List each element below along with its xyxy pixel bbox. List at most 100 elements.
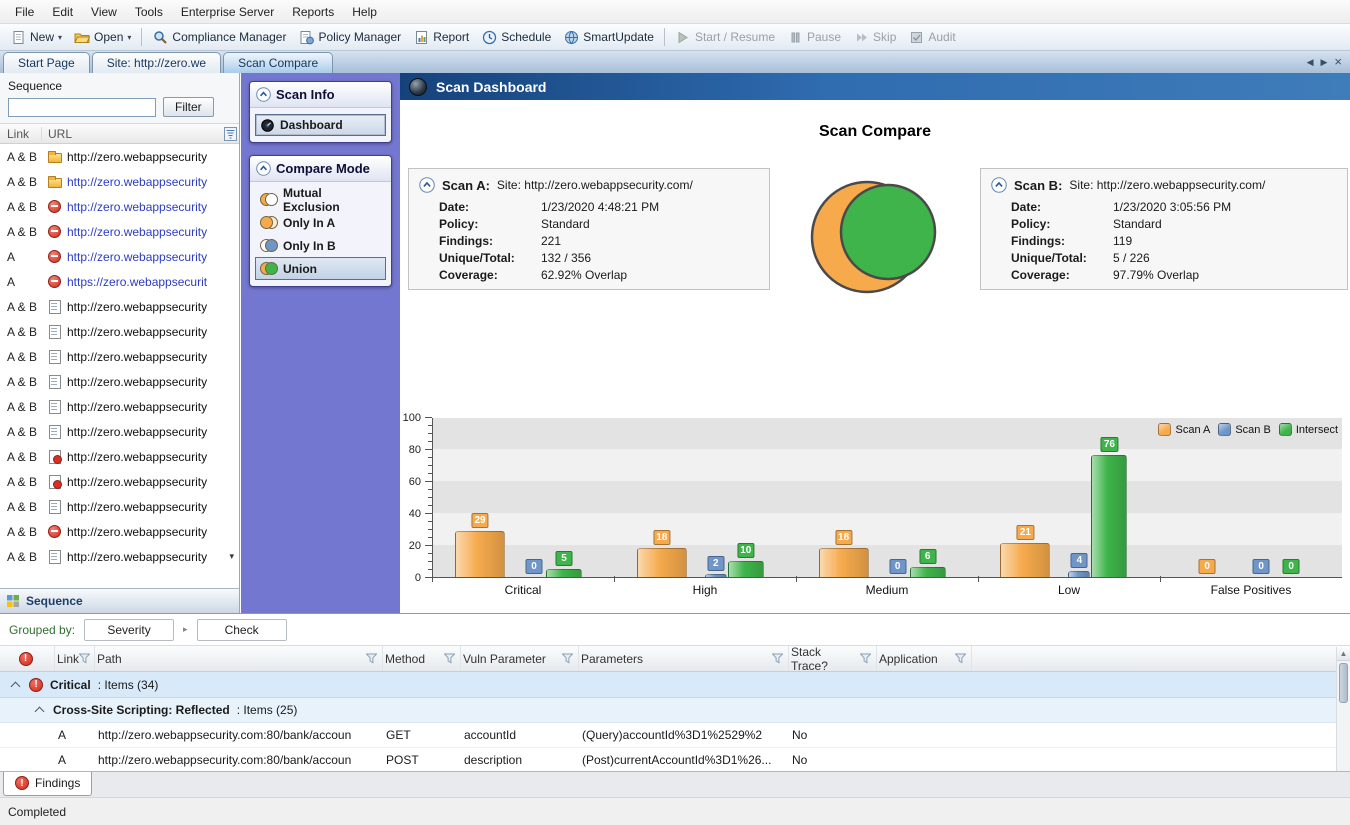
- menu-item-view[interactable]: View: [82, 1, 126, 23]
- sequence-list-item[interactable]: A & Bhttp://zero.webappsecurity: [0, 519, 239, 544]
- new-dropdown-icon[interactable]: ▾: [58, 33, 62, 42]
- menu-item-help[interactable]: Help: [343, 1, 386, 23]
- filter-funnel-icon[interactable]: [860, 653, 871, 664]
- collapse-chevron-icon[interactable]: [11, 681, 21, 691]
- row-url-link[interactable]: http://zero.webappsecurity: [67, 525, 207, 539]
- skip-button[interactable]: Skip: [847, 27, 902, 48]
- row-url-link[interactable]: http://zero.webappsecurity: [67, 500, 207, 514]
- tab-scroll-right-icon[interactable]: ▶: [1320, 57, 1327, 68]
- sequence-list-item[interactable]: A & Bhttp://zero.webappsecurity: [0, 294, 239, 319]
- menu-item-enterprise-server[interactable]: Enterprise Server: [172, 1, 283, 23]
- menu-item-file[interactable]: File: [6, 1, 43, 23]
- collapse-chevron-icon[interactable]: [419, 177, 435, 193]
- check-group-row[interactable]: Cross-Site Scripting: Reflected : Items …: [0, 698, 1350, 723]
- compare-mode-only-in-b[interactable]: Only In B: [255, 234, 386, 257]
- column-header-link[interactable]: Link: [0, 127, 42, 141]
- row-url-link[interactable]: http://zero.webappsecurity: [67, 350, 207, 364]
- group-by-check-button[interactable]: Check: [197, 619, 287, 641]
- row-url-link[interactable]: https://zero.webappsecurit: [67, 275, 207, 289]
- dashboard-nav-item[interactable]: Dashboard: [255, 114, 386, 136]
- column-header-vuln-parameter[interactable]: Vuln Parameter: [461, 646, 579, 671]
- sequence-list-item[interactable]: A & Bhttp://zero.webappsecurity: [0, 219, 239, 244]
- filter-funnel-icon[interactable]: [562, 653, 573, 664]
- column-filter-icon[interactable]: [224, 127, 237, 141]
- row-url-link[interactable]: http://zero.webappsecurity: [67, 375, 207, 389]
- tab-site-http-zero-we[interactable]: Site: http://zero.we: [92, 52, 221, 73]
- collapse-chevron-icon[interactable]: [991, 177, 1007, 193]
- column-header-application[interactable]: Application: [877, 646, 972, 671]
- row-url-link[interactable]: http://zero.webappsecurity: [67, 250, 207, 264]
- sequence-list-item[interactable]: A & Bhttp://zero.webappsecurity: [0, 494, 239, 519]
- report-button[interactable]: Report: [407, 27, 475, 48]
- sequence-list-item[interactable]: A & Bhttp://zero.webappsecurity: [0, 144, 239, 169]
- pause-button[interactable]: Pause: [781, 27, 847, 48]
- tab-scan-compare[interactable]: Scan Compare: [223, 52, 333, 73]
- filter-funnel-icon[interactable]: [79, 653, 90, 664]
- sequence-list-item[interactable]: A & Bhttp://zero.webappsecurity: [0, 169, 239, 194]
- compare-mode-mutual-exclusion[interactable]: Mutual Exclusion: [255, 188, 386, 211]
- menu-item-reports[interactable]: Reports: [283, 1, 343, 23]
- finding-row[interactable]: Ahttp://zero.webappsecurity.com:80/bank/…: [0, 748, 1350, 771]
- sequence-list-item[interactable]: A & Bhttp://zero.webappsecurity: [0, 419, 239, 444]
- smartupdate-button[interactable]: SmartUpdate: [557, 27, 660, 48]
- sequence-list-item[interactable]: Ahttp://zero.webappsecurity: [0, 244, 239, 269]
- start-resume-button[interactable]: Start / Resume: [669, 27, 781, 48]
- menu-item-tools[interactable]: Tools: [126, 1, 172, 23]
- filter-funnel-icon[interactable]: [444, 653, 455, 664]
- audit-button[interactable]: Audit: [902, 27, 961, 48]
- menu-item-edit[interactable]: Edit: [43, 1, 82, 23]
- row-url-link[interactable]: http://zero.webappsecurity: [67, 300, 207, 314]
- sequence-list-item[interactable]: A & Bhttp://zero.webappsecurity: [0, 469, 239, 494]
- row-url-link[interactable]: http://zero.webappsecurity: [67, 325, 207, 339]
- tab-start-page[interactable]: Start Page: [3, 52, 90, 73]
- column-header-method[interactable]: Method: [383, 646, 461, 671]
- row-url-link[interactable]: http://zero.webappsecurity: [67, 550, 207, 564]
- sequence-list-item[interactable]: A & Bhttp://zero.webappsecurity: [0, 344, 239, 369]
- column-header-parameters[interactable]: Parameters: [579, 646, 789, 671]
- row-dropdown-icon[interactable]: ▾: [229, 551, 239, 562]
- compare-mode-header[interactable]: Compare Mode: [250, 156, 391, 182]
- sequence-list-item[interactable]: Ahttps://zero.webappsecurit: [0, 269, 239, 294]
- findings-tab[interactable]: ! Findings: [3, 772, 92, 796]
- new-button[interactable]: New ▾: [4, 27, 68, 48]
- column-header-path[interactable]: Path: [95, 646, 383, 671]
- severity-group-row[interactable]: ! Critical : Items (34): [0, 672, 1350, 698]
- sequence-list-item[interactable]: A & Bhttp://zero.webappsecurity▾: [0, 544, 239, 569]
- sequence-list-item[interactable]: A & Bhttp://zero.webappsecurity: [0, 319, 239, 344]
- filter-button[interactable]: Filter: [163, 97, 214, 117]
- policy-manager-button[interactable]: Policy Manager: [292, 27, 407, 48]
- row-url-link[interactable]: http://zero.webappsecurity: [67, 425, 207, 439]
- sequence-filter-input[interactable]: [8, 98, 156, 117]
- collapse-chevron-icon[interactable]: [35, 707, 45, 717]
- sequence-list-item[interactable]: A & Bhttp://zero.webappsecurity: [0, 394, 239, 419]
- schedule-button[interactable]: Schedule: [475, 27, 557, 48]
- row-url-link[interactable]: http://zero.webappsecurity: [67, 200, 207, 214]
- column-header-link[interactable]: Link: [55, 646, 95, 671]
- tab-close-icon[interactable]: ×: [1334, 57, 1342, 67]
- column-header-stack-trace[interactable]: Stack Trace?: [789, 646, 877, 671]
- open-button[interactable]: Open ▾: [68, 27, 137, 48]
- group-by-severity-button[interactable]: Severity: [84, 619, 174, 641]
- filter-funnel-icon[interactable]: [772, 653, 783, 664]
- sequence-list-item[interactable]: A & Bhttp://zero.webappsecurity: [0, 369, 239, 394]
- scroll-up-icon[interactable]: ▲: [1337, 647, 1350, 661]
- row-url-link[interactable]: http://zero.webappsecurity: [67, 450, 207, 464]
- filter-funnel-icon[interactable]: [955, 653, 966, 664]
- open-dropdown-icon[interactable]: ▾: [127, 33, 131, 42]
- row-url-link[interactable]: http://zero.webappsecurity: [67, 150, 207, 164]
- row-url-link[interactable]: http://zero.webappsecurity: [67, 400, 207, 414]
- scrollbar-thumb[interactable]: [1339, 663, 1348, 703]
- sequence-list-item[interactable]: A & Bhttp://zero.webappsecurity: [0, 444, 239, 469]
- row-url-link[interactable]: http://zero.webappsecurity: [67, 475, 207, 489]
- sequence-footer-button[interactable]: Sequence: [0, 588, 239, 613]
- filter-funnel-icon[interactable]: [366, 653, 377, 664]
- compare-mode-only-in-a[interactable]: Only In A: [255, 211, 386, 234]
- row-url-link[interactable]: http://zero.webappsecurity: [67, 225, 207, 239]
- collapse-chevron-icon[interactable]: [256, 87, 271, 102]
- row-url-link[interactable]: http://zero.webappsecurity: [67, 175, 207, 189]
- collapse-chevron-icon[interactable]: [256, 161, 271, 176]
- scan-info-header[interactable]: Scan Info: [250, 82, 391, 108]
- compliance-manager-button[interactable]: Compliance Manager: [146, 27, 292, 48]
- finding-row[interactable]: Ahttp://zero.webappsecurity.com:80/bank/…: [0, 723, 1350, 748]
- column-header-url[interactable]: URL: [42, 127, 239, 141]
